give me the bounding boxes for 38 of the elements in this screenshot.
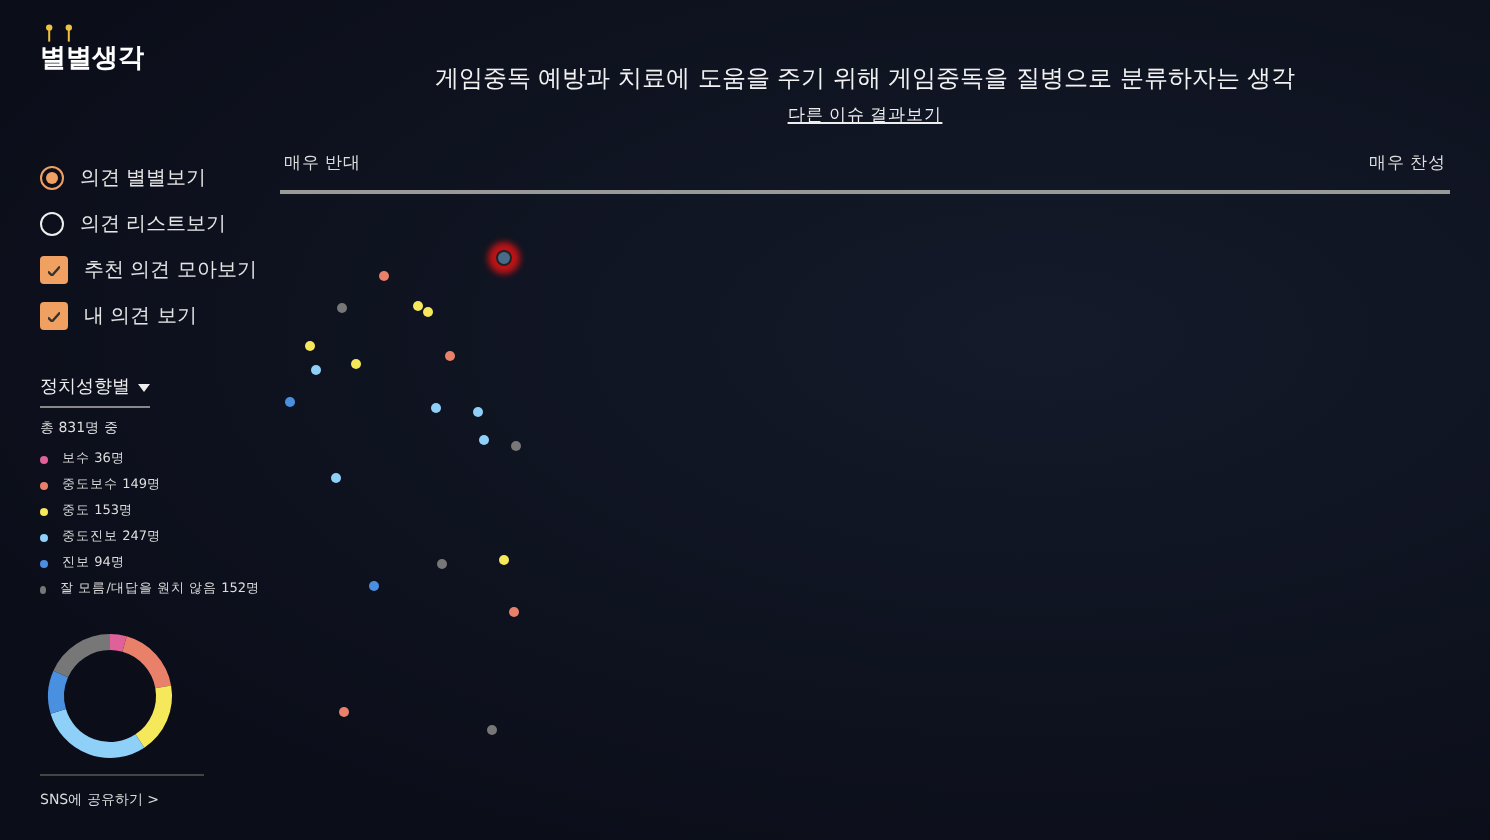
opinion-dot[interactable]: [437, 559, 447, 569]
scale-label: 매우 찬성: [1368, 152, 1446, 176]
logo[interactable]: 별별생각: [40, 24, 144, 76]
opinion-dot[interactable]: [339, 707, 349, 717]
opinion-dot[interactable]: [423, 307, 433, 317]
opinion-dot[interactable]: [499, 555, 509, 565]
opinion-dot[interactable]: [369, 581, 379, 591]
opinion-dot[interactable]: [445, 351, 455, 361]
opinion-dot[interactable]: [337, 303, 347, 313]
my-opinion-dot[interactable]: [496, 250, 512, 266]
opinion-dot[interactable]: [351, 359, 361, 369]
opinion-dot[interactable]: [413, 301, 423, 311]
checkbox[interactable]: [40, 256, 68, 284]
filter-dropdown[interactable]: 정치성향별: [40, 374, 150, 408]
scale-label: 매우 반대: [284, 152, 362, 176]
star-icon: [46, 24, 72, 42]
caret-icon: [138, 383, 150, 391]
opinion-dot[interactable]: [311, 365, 321, 375]
check-icon: [48, 265, 60, 275]
opinion-dot[interactable]: [487, 725, 497, 735]
opinion-dot[interactable]: [305, 341, 315, 351]
opinion-dot[interactable]: [379, 271, 389, 281]
option-label[interactable]: 의견 리스트보기: [80, 210, 227, 238]
other-issues-link[interactable]: 다른 이슈 결과보기: [787, 104, 943, 128]
check-icon: [48, 311, 60, 321]
opinion-dot[interactable]: [473, 407, 483, 417]
option-label[interactable]: 의견 별별보기: [80, 164, 207, 192]
opinion-dot[interactable]: [431, 403, 441, 413]
opinion-dot[interactable]: [509, 607, 519, 617]
opinion-dot[interactable]: [511, 441, 521, 451]
opinion-dot[interactable]: [331, 473, 341, 483]
issue-title: 게임중독 예방과 치료에 도움을 주기 위해 게임중독을 질병으로 분류하자는 생각: [432, 62, 1298, 96]
option-label[interactable]: 추천 의견 모아보기: [84, 256, 257, 284]
radio-button[interactable]: [40, 166, 64, 190]
opinion-dot[interactable]: [479, 435, 489, 445]
option-label[interactable]: 내 의견 보기: [84, 302, 197, 330]
checkbox[interactable]: [40, 302, 68, 330]
opinion-dot[interactable]: [285, 397, 295, 407]
